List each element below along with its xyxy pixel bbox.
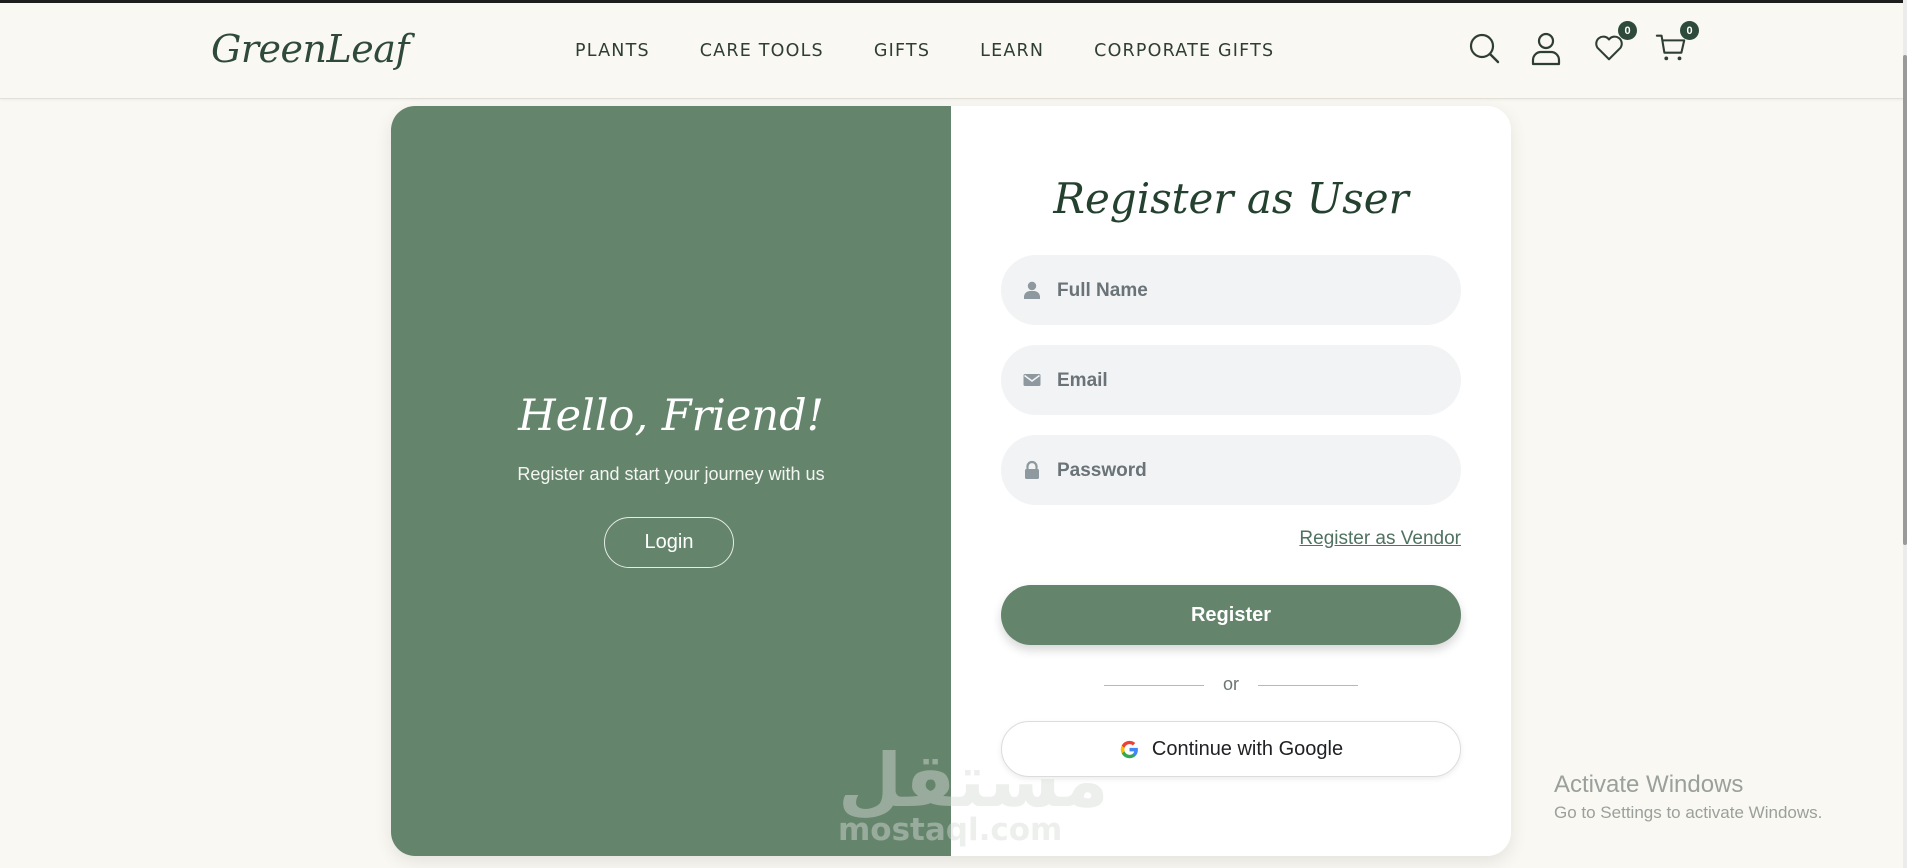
full-name-input[interactable] xyxy=(1055,255,1449,327)
login-button[interactable]: Login xyxy=(604,517,734,568)
user-icon xyxy=(1531,32,1561,66)
nav-item-corporate-gifts[interactable]: CORPORATE GIFTS xyxy=(1094,41,1274,61)
activate-windows-subtitle: Go to Settings to activate Windows. xyxy=(1554,803,1823,822)
account-button[interactable] xyxy=(1528,30,1564,66)
welcome-panel: Hello, Friend! Register and start your j… xyxy=(391,106,951,856)
google-icon xyxy=(1120,740,1138,758)
mail-icon xyxy=(1023,374,1041,386)
password-input[interactable] xyxy=(1055,435,1449,507)
site-header: GreenLeaf PLANTS CARE TOOLS GIFTS LEARN … xyxy=(0,3,1907,99)
cart-button[interactable]: 0 xyxy=(1654,21,1699,66)
auth-card: Hello, Friend! Register and start your j… xyxy=(391,106,1511,856)
divider-line-right xyxy=(1258,685,1358,686)
cart-count-badge: 0 xyxy=(1680,21,1699,40)
register-button[interactable]: Register xyxy=(1001,585,1461,645)
search-icon xyxy=(1469,33,1500,64)
nav-item-care-tools[interactable]: CARE TOOLS xyxy=(700,41,824,61)
nav-item-learn[interactable]: LEARN xyxy=(980,41,1044,61)
welcome-subtitle: Register and start your journey with us xyxy=(517,464,825,484)
welcome-heading: Hello, Friend! xyxy=(518,391,824,441)
email-input[interactable] xyxy=(1055,345,1449,417)
main-nav: PLANTS CARE TOOLS GIFTS LEARN CORPORATE … xyxy=(575,41,1324,61)
password-field xyxy=(1001,435,1461,507)
nav-item-plants[interactable]: PLANTS xyxy=(575,41,650,61)
wishlist-button[interactable]: 0 xyxy=(1592,21,1637,66)
register-as-vendor-link[interactable]: Register as Vendor xyxy=(1299,528,1461,550)
search-button[interactable] xyxy=(1466,30,1502,66)
continue-with-google-button[interactable]: Continue with Google xyxy=(1001,721,1461,777)
form-title: Register as User xyxy=(1053,174,1409,223)
nav-item-gifts[interactable]: GIFTS xyxy=(874,41,930,61)
user-icon xyxy=(1024,281,1040,299)
scrollbar-thumb[interactable] xyxy=(1903,55,1907,545)
activate-windows-title: Activate Windows xyxy=(1554,771,1744,798)
register-form: Register as User Register as Vendor Regi xyxy=(951,106,1511,856)
divider-or: or xyxy=(1222,674,1239,694)
full-name-field xyxy=(1001,255,1461,327)
brand-logo[interactable]: GreenLeaf xyxy=(211,27,409,71)
email-field xyxy=(1001,345,1461,417)
divider-line-left xyxy=(1104,685,1204,686)
wishlist-count-badge: 0 xyxy=(1618,21,1637,40)
google-button-label: Continue with Google xyxy=(1151,737,1344,760)
lock-icon xyxy=(1025,460,1039,479)
